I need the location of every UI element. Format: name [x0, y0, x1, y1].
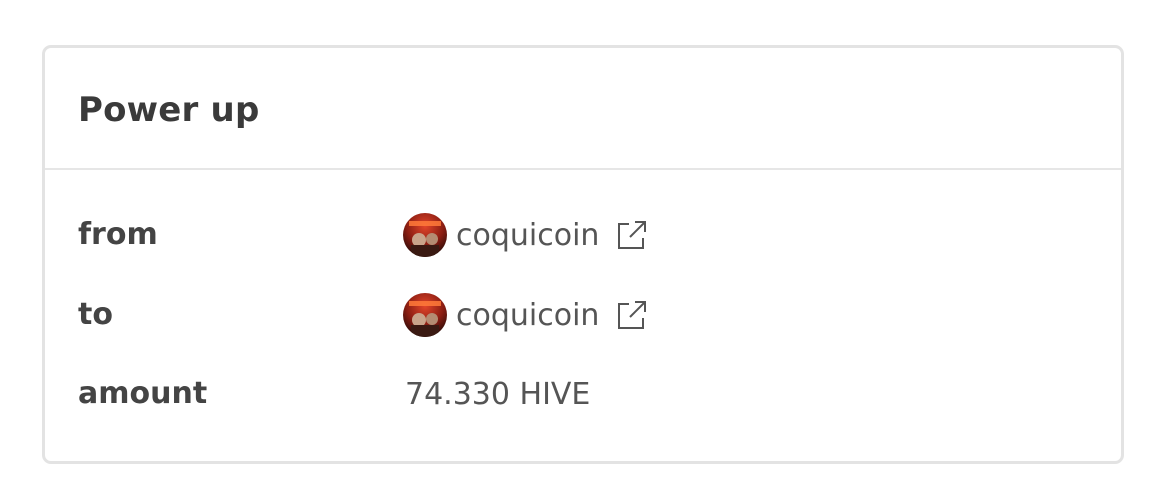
power-up-card: Power up from coquicoin to coquicoin amo… — [42, 45, 1124, 464]
user-avatar[interactable] — [403, 293, 447, 337]
from-label: from — [78, 217, 158, 252]
external-link-icon[interactable] — [615, 218, 649, 252]
card-title: Power up — [78, 90, 260, 130]
to-row: to coquicoin — [45, 290, 1121, 340]
amount-value: 74.330 HIVE — [405, 376, 591, 412]
to-username[interactable]: coquicoin — [456, 298, 599, 333]
amount-row: amount 74.330 HIVE — [45, 369, 1121, 419]
amount-value-wrap: 74.330 HIVE — [403, 369, 590, 419]
amount-label: amount — [78, 376, 208, 411]
card-header: Power up — [45, 48, 1121, 170]
to-value: coquicoin — [403, 290, 649, 340]
from-username[interactable]: coquicoin — [456, 218, 599, 253]
to-label: to — [78, 297, 113, 332]
from-value: coquicoin — [403, 210, 649, 260]
from-row: from coquicoin — [45, 210, 1121, 260]
external-link-icon[interactable] — [615, 298, 649, 332]
user-avatar[interactable] — [403, 213, 447, 257]
